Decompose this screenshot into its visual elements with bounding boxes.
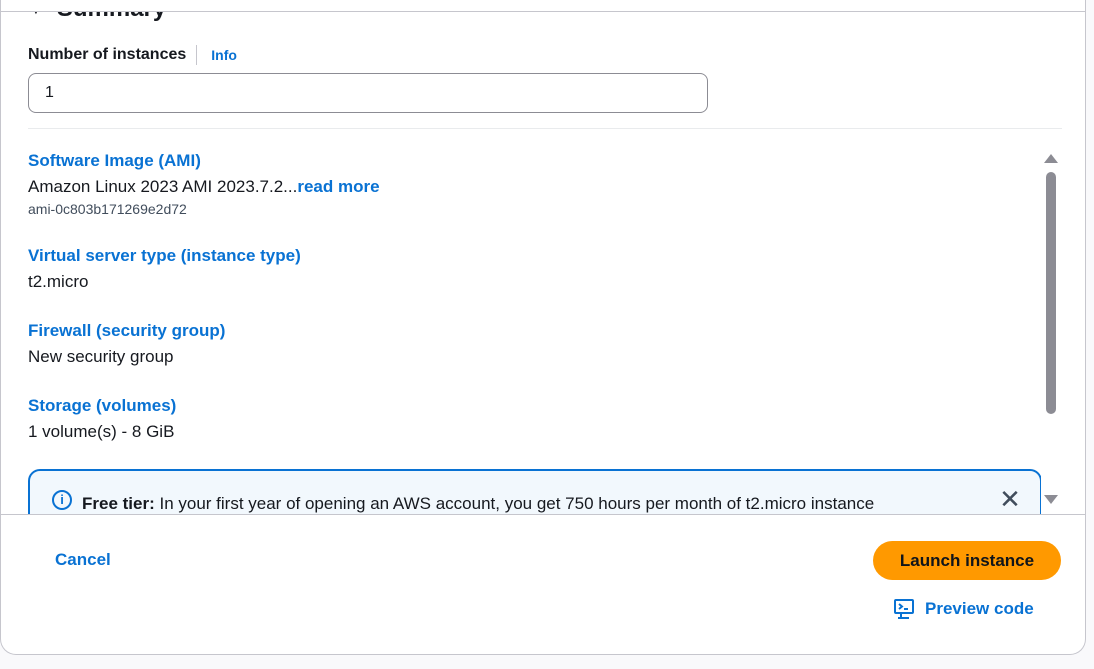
instance-type-section: Virtual server type (instance type) t2.m… — [28, 245, 301, 294]
top-clip-strip — [1, 0, 1085, 12]
free-tier-alert: i Free tier: In your first year of openi… — [28, 469, 1041, 514]
info-link[interactable]: Info — [211, 47, 237, 63]
preview-code-icon — [894, 599, 914, 619]
instances-count-input[interactable] — [28, 73, 708, 113]
storage-value: 1 volume(s) - 8 GiB — [28, 422, 175, 441]
scroll-up-arrow-icon[interactable] — [1044, 154, 1058, 163]
firewall-section: Firewall (security group) New security g… — [28, 320, 225, 369]
free-tier-text: Free tier: In your first year of opening… — [82, 494, 874, 514]
launch-summary-panel: ▼ Summary Number of instances Info Softw… — [0, 0, 1086, 655]
storage-title-link[interactable]: Storage (volumes) — [28, 395, 176, 417]
instances-label: Number of instances — [28, 46, 187, 63]
info-separator — [196, 45, 198, 65]
firewall-title-link[interactable]: Firewall (security group) — [28, 320, 225, 342]
ami-section: Software Image (AMI) Amazon Linux 2023 A… — [28, 150, 380, 219]
instance-type-title-link[interactable]: Virtual server type (instance type) — [28, 245, 301, 267]
preview-code-button[interactable]: Preview code — [893, 597, 1034, 621]
close-icon[interactable]: ✕ — [998, 486, 1022, 512]
ami-value: Amazon Linux 2023 AMI 2023.7.2...read mo… — [28, 175, 380, 199]
ami-id: ami-0c803b171269e2d72 — [28, 201, 187, 217]
free-tier-message: In your first year of opening an AWS acc… — [154, 494, 875, 513]
preview-code-label: Preview code — [925, 599, 1034, 618]
instances-field-label: Number of instances Info — [28, 44, 237, 66]
free-tier-label: Free tier: — [82, 494, 155, 513]
summary-divider — [28, 128, 1062, 129]
cancel-button[interactable]: Cancel — [55, 548, 111, 572]
storage-section: Storage (volumes) 1 volume(s) - 8 GiB — [28, 395, 176, 444]
scrollbar-thumb[interactable] — [1046, 172, 1056, 414]
info-circle-icon: i — [52, 490, 72, 510]
ami-name: Amazon Linux 2023 AMI 2023.7.2... — [28, 177, 298, 196]
firewall-value: New security group — [28, 347, 174, 366]
read-more-link[interactable]: read more — [297, 177, 379, 196]
scroll-down-arrow-icon[interactable] — [1044, 495, 1058, 504]
instance-type-value: t2.micro — [28, 272, 89, 291]
summary-details-scroll[interactable]: Software Image (AMI) Amazon Linux 2023 A… — [1, 140, 1041, 514]
scrollbar[interactable] — [1043, 150, 1059, 510]
ami-title-link[interactable]: Software Image (AMI) — [28, 150, 380, 172]
footer-divider — [1, 514, 1085, 515]
launch-instance-button[interactable]: Launch instance — [873, 541, 1061, 580]
